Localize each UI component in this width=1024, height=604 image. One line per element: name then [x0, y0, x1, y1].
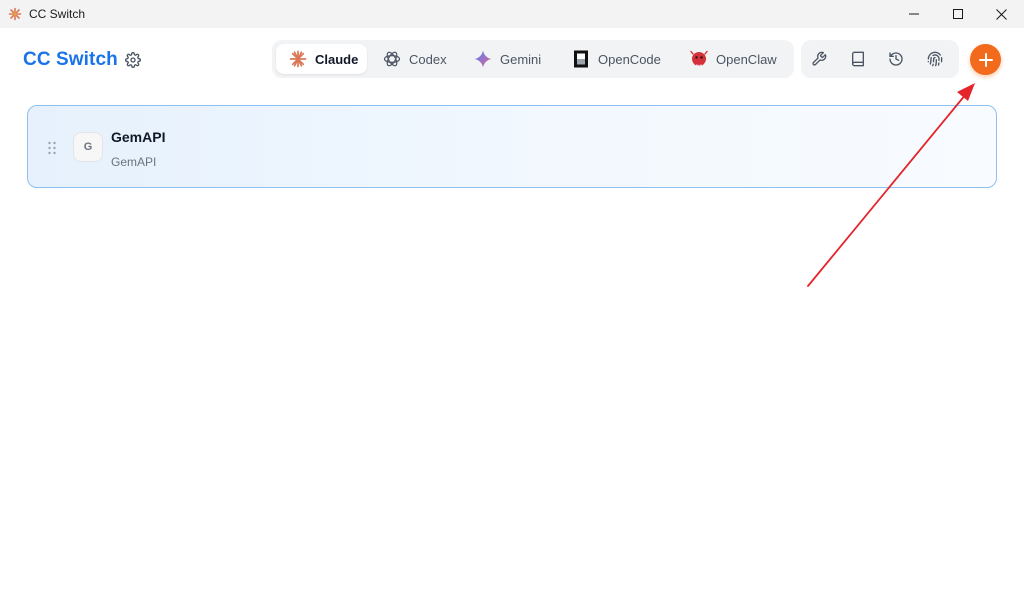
opencode-icon [572, 50, 590, 68]
toolbar [801, 40, 959, 78]
brand-title[interactable]: CC Switch [23, 49, 118, 71]
minimize-icon [909, 13, 919, 15]
drag-handle-icon[interactable] [47, 141, 57, 155]
tab-label: OpenCode [598, 51, 661, 67]
title-bar: CC Switch [0, 0, 1024, 28]
tab-label: Gemini [500, 51, 542, 67]
fingerprint-button[interactable] [925, 49, 945, 69]
provider-name: GemAPI [111, 129, 166, 145]
maximize-icon [953, 9, 963, 19]
close-icon [995, 8, 1007, 20]
app-tabs: Claude Codex Gemini OpenCode OpenClaw [272, 40, 794, 78]
avatar: G [73, 132, 103, 162]
history-icon [889, 52, 903, 66]
plus-icon [978, 52, 993, 67]
tab-gemini[interactable]: Gemini [461, 44, 551, 74]
tab-opencode[interactable]: OpenCode [559, 44, 674, 74]
history-button[interactable] [886, 49, 906, 69]
gear-icon [125, 52, 141, 68]
tab-codex[interactable]: Codex [370, 44, 456, 74]
openclaw-icon [690, 50, 708, 68]
tab-claude[interactable]: Claude [276, 44, 367, 74]
add-button[interactable] [970, 44, 1001, 75]
gemini-icon [474, 50, 492, 68]
provider-card[interactable]: G GemAPI GemAPI [27, 105, 997, 188]
fingerprint-icon [927, 51, 943, 67]
minimize-button[interactable] [894, 0, 934, 28]
app-window: CC Switch CC Switch Claude Codex Gemini … [0, 0, 1024, 604]
tools-button[interactable] [809, 49, 829, 69]
claude-icon [289, 50, 307, 68]
window-title: CC Switch [29, 7, 86, 21]
tab-label: Claude [315, 51, 359, 67]
provider-subtitle: GemAPI [111, 155, 157, 169]
docs-button[interactable] [848, 49, 868, 69]
maximize-button[interactable] [938, 0, 978, 28]
wrench-icon [812, 51, 827, 66]
tab-label: Codex [409, 51, 447, 67]
codex-icon [383, 50, 401, 68]
tab-openclaw[interactable]: OpenClaw [677, 44, 789, 74]
book-icon [852, 51, 864, 67]
close-button[interactable] [981, 0, 1021, 28]
settings-button[interactable] [123, 50, 143, 70]
annotation-arrow [807, 83, 975, 287]
tab-label: OpenClaw [716, 51, 777, 67]
app-logo-icon [8, 7, 22, 21]
